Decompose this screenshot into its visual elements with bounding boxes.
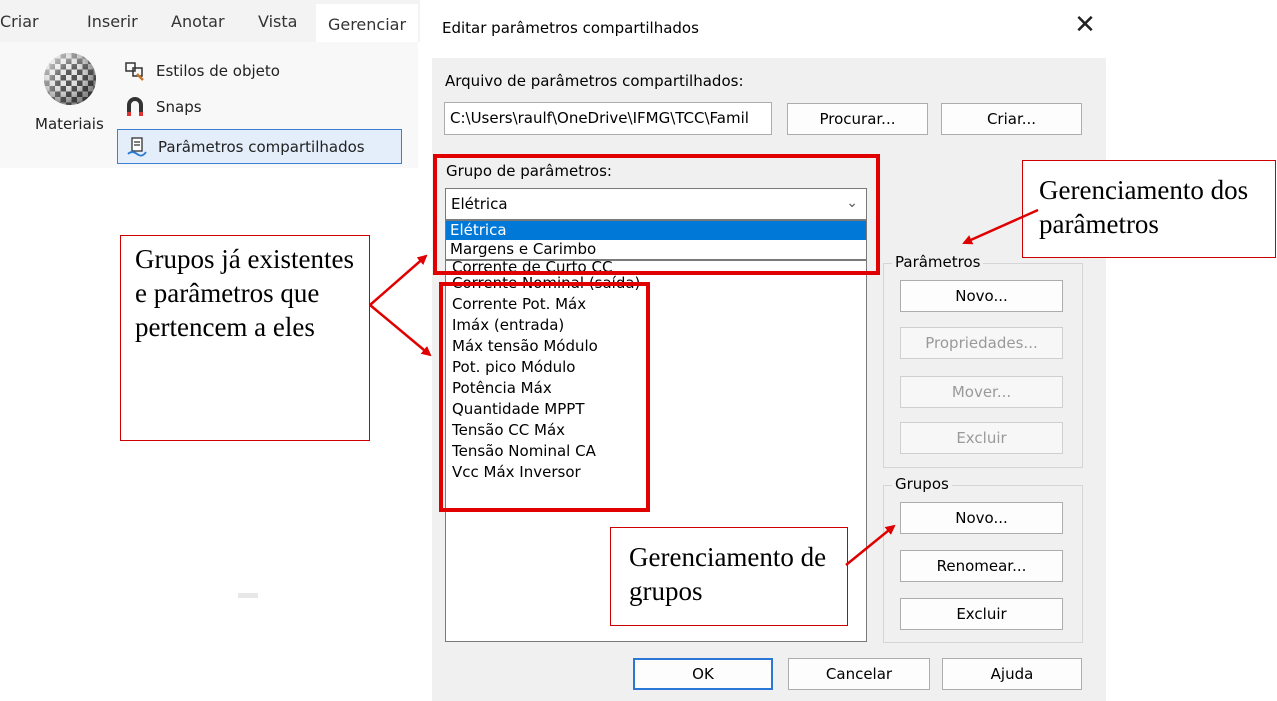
arrow-to-parameters xyxy=(369,304,432,357)
annotation-arrows xyxy=(369,208,1039,566)
arrow-to-group xyxy=(369,254,428,306)
arrow-to-group-buttons xyxy=(845,524,896,566)
arrow-to-param-buttons xyxy=(962,208,1039,245)
